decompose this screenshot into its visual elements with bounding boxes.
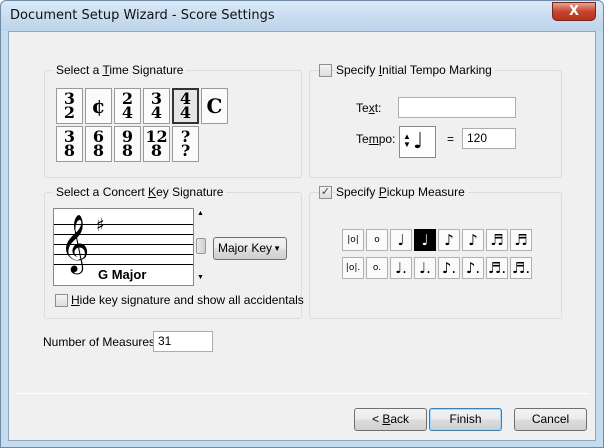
- tempo-group: [309, 70, 562, 178]
- time-signature-bottom: 4: [179, 103, 192, 122]
- chevron-down-icon: ▼: [273, 244, 281, 253]
- time-signature-bottom: 2: [63, 103, 76, 122]
- measures-input[interactable]: 31: [153, 331, 213, 352]
- pickup-duration-option[interactable]: ♩: [390, 229, 412, 251]
- pickup-duration-option[interactable]: ♬.: [486, 257, 508, 279]
- back-button[interactable]: < Back: [354, 408, 427, 431]
- time-signature-option[interactable]: 38: [56, 126, 83, 162]
- dialog-window: Document Setup Wizard - Score Settings X…: [0, 0, 604, 448]
- tempo-text-label: Text:: [356, 101, 382, 115]
- pickup-duration-option[interactable]: ♬: [510, 229, 532, 251]
- time-signature-bottom: 4: [150, 103, 163, 122]
- pickup-duration-option[interactable]: ♬: [486, 229, 508, 251]
- time-signature-option[interactable]: 12 8: [143, 126, 170, 162]
- tempo-equals: =: [447, 132, 455, 146]
- key-mode-dropdown[interactable]: Major Key ▼: [213, 237, 287, 260]
- time-signature-option[interactable]: ¢: [85, 88, 112, 124]
- tempo-value-input[interactable]: 120: [462, 128, 516, 149]
- pickup-checkbox-label[interactable]: Specify Pickup Measure: [336, 185, 468, 199]
- hide-key-signature-label[interactable]: Hide key signature and show all accident…: [71, 293, 304, 307]
- sharp-icon: ♯: [96, 215, 105, 236]
- tempo-checkbox-label[interactable]: Specify Initial Tempo Marking: [336, 63, 495, 77]
- pickup-duration-option[interactable]: |o|.: [342, 257, 364, 279]
- tempo-checkbox[interactable]: [319, 64, 332, 77]
- tempo-text-input[interactable]: [398, 97, 516, 118]
- scroll-up-icon[interactable]: ▲: [197, 210, 204, 217]
- tempo-label: Tempo:: [356, 132, 396, 146]
- pickup-duration-option[interactable]: ♩: [414, 229, 436, 251]
- pickup-duration-option[interactable]: ♪.: [438, 257, 460, 279]
- time-signature-option[interactable]: 24: [114, 88, 141, 124]
- time-signature-symbol: ¢: [91, 94, 106, 118]
- time-signature-option[interactable]: 98: [114, 126, 141, 162]
- pickup-duration-option[interactable]: ♪.: [462, 257, 484, 279]
- pickup-duration-option[interactable]: ♩.: [390, 257, 412, 279]
- measures-label: Number of Measures:: [43, 335, 159, 349]
- time-signature-option[interactable]: 68: [85, 126, 112, 162]
- time-signature-symbol: C: [206, 94, 223, 118]
- finish-button[interactable]: Finish: [429, 408, 502, 431]
- key-signature-staff[interactable]: 𝄞 ♯ G Major: [53, 208, 194, 286]
- time-signature-bottom: 8: [121, 141, 134, 160]
- quarter-note-icon: ♩: [413, 129, 424, 154]
- title-bar[interactable]: Document Setup Wizard - Score Settings X: [1, 1, 603, 31]
- close-button[interactable]: X: [552, 2, 596, 21]
- time-signature-bottom: 8: [63, 141, 76, 160]
- time-signature-option[interactable]: 44: [172, 88, 199, 124]
- pickup-duration-option[interactable]: ♪: [462, 229, 484, 251]
- pickup-duration-option[interactable]: o.: [366, 257, 388, 279]
- time-signature-option[interactable]: C: [201, 88, 228, 124]
- time-signature-option[interactable]: 32: [56, 88, 83, 124]
- hide-key-signature-checkbox[interactable]: [55, 294, 68, 307]
- pickup-duration-option[interactable]: ♩.: [414, 257, 436, 279]
- key-signature-group-label: Select a Concert Key Signature: [53, 185, 227, 199]
- time-signature-bottom: 4: [121, 103, 134, 122]
- tempo-note-selector[interactable]: ▲ ▼ ♩: [399, 126, 436, 158]
- pickup-duration-option[interactable]: o: [366, 229, 388, 251]
- button-separator: [17, 393, 589, 394]
- spinner-arrows-icon[interactable]: ▲ ▼: [403, 133, 411, 149]
- pickup-group: [309, 192, 562, 319]
- key-name: G Major: [96, 267, 149, 282]
- time-signature-option[interactable]: ??: [172, 126, 199, 162]
- cancel-button[interactable]: Cancel: [514, 408, 587, 431]
- pickup-checkbox[interactable]: ✓: [319, 186, 332, 199]
- dialog-client-area: Select a Time Signature Specify Initial …: [8, 31, 596, 441]
- treble-clef-icon: 𝄞: [60, 214, 90, 272]
- time-signature-group-label: Select a Time Signature: [53, 63, 187, 77]
- time-signature-bottom: 8: [150, 141, 163, 160]
- scroll-down-icon[interactable]: ▼: [197, 274, 204, 281]
- time-signature-option[interactable]: 34: [143, 88, 170, 124]
- key-signature-scrollbar[interactable]: ▲ ▼: [195, 208, 207, 286]
- window-title: Document Setup Wizard - Score Settings: [10, 8, 275, 23]
- pickup-duration-option[interactable]: |o|: [342, 229, 364, 251]
- time-signature-bottom: ?: [180, 141, 191, 160]
- pickup-duration-option[interactable]: ♬.: [510, 257, 532, 279]
- scroll-thumb[interactable]: [196, 238, 206, 254]
- time-signature-bottom: 8: [92, 141, 105, 160]
- pickup-duration-option[interactable]: ♪: [438, 229, 460, 251]
